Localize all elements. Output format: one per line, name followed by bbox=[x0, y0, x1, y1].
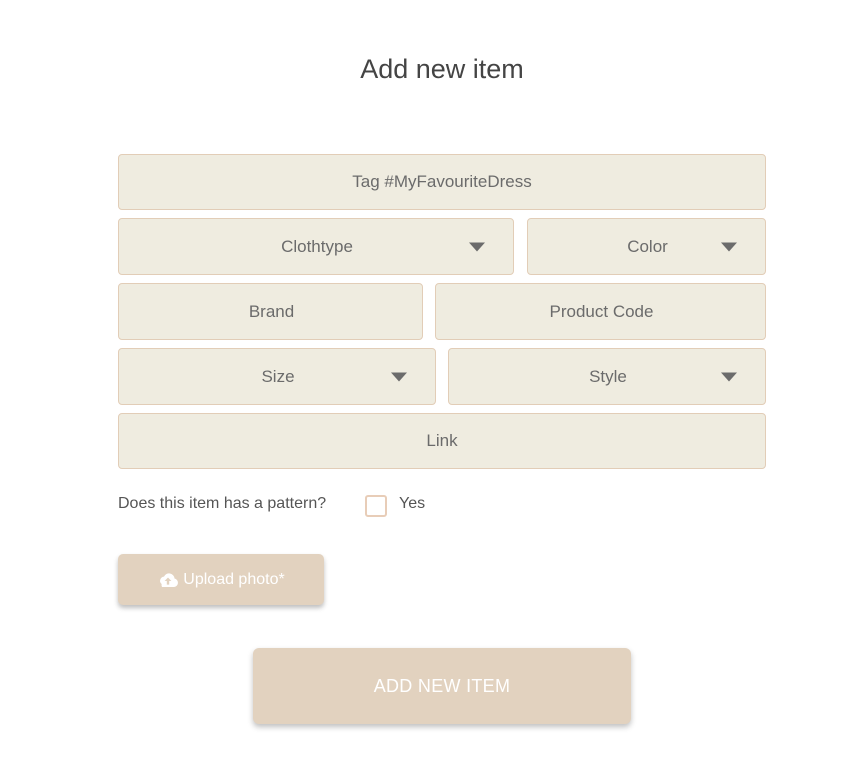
chevron-down-icon bbox=[469, 242, 485, 251]
size-select[interactable]: Size bbox=[118, 348, 436, 405]
tag-input[interactable]: Tag #MyFavouriteDress bbox=[118, 154, 766, 210]
chevron-down-icon bbox=[721, 242, 737, 251]
style-select-label: Style bbox=[589, 366, 627, 386]
add-new-item-label: ADD NEW ITEM bbox=[373, 675, 511, 696]
cloud-upload-icon bbox=[157, 572, 179, 588]
tag-input-placeholder: Tag #MyFavouriteDress bbox=[352, 172, 532, 191]
size-select-label: Size bbox=[261, 366, 295, 386]
page-title: Add new item bbox=[360, 54, 524, 84]
brand-input-placeholder: Brand bbox=[248, 301, 295, 321]
pattern-question-label: Does this item has a pattern? bbox=[118, 495, 327, 512]
chevron-down-icon bbox=[721, 372, 737, 381]
clothtype-select-label: Clothtype bbox=[281, 236, 353, 256]
color-select[interactable]: Color bbox=[527, 218, 766, 275]
product-code-input[interactable]: Product Code bbox=[435, 283, 766, 340]
product-code-input-placeholder: Product Code bbox=[549, 301, 654, 321]
pattern-yes-label[interactable]: Yes bbox=[399, 495, 425, 513]
brand-input[interactable]: Brand bbox=[118, 283, 423, 340]
upload-photo-label: Upload photo* bbox=[183, 570, 285, 588]
chevron-down-icon bbox=[391, 372, 407, 381]
add-item-page: Add new item Tag #MyFavouriteDress Cloth… bbox=[0, 0, 844, 775]
clothtype-select[interactable]: Clothtype bbox=[118, 218, 514, 275]
add-new-item-button[interactable]: ADD NEW ITEM bbox=[253, 648, 631, 724]
style-select[interactable]: Style bbox=[448, 348, 766, 405]
upload-photo-button[interactable]: Upload photo* bbox=[118, 554, 324, 605]
link-input-placeholder: Link bbox=[426, 431, 458, 450]
link-input[interactable]: Link bbox=[118, 413, 766, 469]
pattern-yes-checkbox[interactable] bbox=[365, 495, 387, 517]
